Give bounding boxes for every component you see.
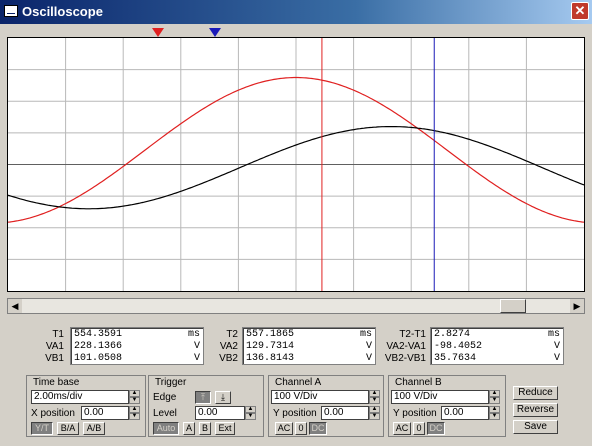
close-button[interactable]: ✕ <box>571 2 589 20</box>
label-vb2-vb1: VB2-VB1 <box>384 353 426 364</box>
title-bar: Oscilloscope ✕ <box>0 0 592 24</box>
xpos-spinner[interactable]: ▲ ▼ <box>129 406 140 420</box>
channel-b-scale-input[interactable]: 100 V/Div <box>391 390 489 404</box>
unit: V <box>553 353 560 364</box>
value-va2: 129.7314 <box>246 341 295 352</box>
trigger-panel: Trigger Edge ⤒ ⤓ Level 0.00 ▲ ▼ Auto A B … <box>148 375 264 437</box>
value-dva: -98.4052 <box>434 341 483 352</box>
channel-a-zero-button[interactable]: 0 <box>295 422 307 435</box>
value-vb2: 136.8143 <box>246 353 295 364</box>
auto-button[interactable]: Auto <box>153 422 179 435</box>
label-va1: VA1 <box>45 341 64 352</box>
cursor-1-marker[interactable] <box>152 28 164 37</box>
timebase-panel: Time base 2.00ms/div ▲ ▼ X position 0.00 … <box>26 375 146 437</box>
falling-edge-icon[interactable]: ⤓ <box>215 391 231 404</box>
scroll-right-icon[interactable]: ▶ <box>570 299 584 313</box>
channel-b-title: Channel B <box>395 377 442 388</box>
value-dt: 2.8274 <box>434 329 471 340</box>
label-t2: T2 <box>226 329 238 340</box>
horizontal-scrollbar[interactable]: ◀ ▶ <box>7 298 585 314</box>
channel-b-zero-button[interactable]: 0 <box>413 422 425 435</box>
scroll-thumb[interactable] <box>500 299 526 313</box>
readout-right-labels: T2-T1 VA2-VA1 VB2-VB1 <box>374 329 426 365</box>
label-va2-va1: VA2-VA1 <box>386 341 426 352</box>
channel-a-scale-spinner[interactable]: ▲ ▼ <box>369 390 380 404</box>
timebase-input[interactable]: 2.00ms/div <box>31 390 129 404</box>
channel-a-scale-input[interactable]: 100 V/Div <box>271 390 369 404</box>
channel-a-panel: Channel A 100 V/Div ▲ ▼ Y position 0.00 ▲… <box>268 375 384 437</box>
unit: V <box>365 341 372 352</box>
oscilloscope-icon <box>4 5 18 17</box>
rising-edge-icon[interactable]: ⤒ <box>195 391 211 404</box>
level-spinner[interactable]: ▲ ▼ <box>245 406 256 420</box>
window-title: Oscilloscope <box>22 4 103 19</box>
readout-mid-box: 557.1865 ms 129.7314 V 136.8143 V <box>242 327 376 365</box>
unit: ms <box>187 329 200 340</box>
xpos-input[interactable]: 0.00 <box>81 406 129 420</box>
timebase-title: Time base <box>33 377 80 388</box>
label-vb2: VB2 <box>219 353 238 364</box>
label-va2: VA2 <box>219 341 238 352</box>
trigger-title: Trigger <box>155 377 187 388</box>
save-button[interactable]: Save <box>513 420 558 434</box>
trigger-b-button[interactable]: B <box>199 422 211 435</box>
channel-b-ypos-input[interactable]: 0.00 <box>441 406 489 420</box>
channel-b-ypos-label: Y position <box>393 408 437 419</box>
channel-a-ypos-input[interactable]: 0.00 <box>321 406 369 420</box>
unit: V <box>553 341 560 352</box>
level-label: Level <box>153 408 177 419</box>
value-t2: 557.1865 <box>246 329 295 340</box>
unit: V <box>193 341 200 352</box>
value-vb1: 101.0508 <box>74 353 123 364</box>
value-va1: 228.1366 <box>74 341 123 352</box>
trigger-a-button[interactable]: A <box>183 422 195 435</box>
label-t2-t1: T2-T1 <box>399 329 426 340</box>
xpos-label: X position <box>31 408 75 419</box>
reverse-button[interactable]: Reverse <box>513 403 558 417</box>
channel-b-dc-button[interactable]: DC <box>427 422 445 435</box>
unit: ms <box>359 329 372 340</box>
unit: ms <box>547 329 560 340</box>
waveform-plot <box>8 38 584 291</box>
cursor-readouts: T1 VA1 VB1 554.3591 ms 228.1366 V 101.0508… <box>26 319 566 371</box>
value-dvb: 35.7634 <box>434 353 477 364</box>
channel-a-dc-button[interactable]: DC <box>309 422 327 435</box>
value-t1: 554.3591 <box>74 329 123 340</box>
channel-b-scale-spinner[interactable]: ▲ ▼ <box>489 390 500 404</box>
channel-b-panel: Channel B 100 V/Div ▲ ▼ Y position 0.00 ▲… <box>388 375 506 437</box>
reduce-button[interactable]: Reduce <box>513 386 558 400</box>
label-vb1: VB1 <box>45 353 64 364</box>
readout-right-box: 2.8274 ms -98.4052 V 35.7634 V <box>430 327 564 365</box>
ext-button[interactable]: Ext <box>215 422 235 435</box>
ab-button[interactable]: A/B <box>83 422 105 435</box>
unit: V <box>193 353 200 364</box>
scroll-left-icon[interactable]: ◀ <box>8 299 22 313</box>
cursor-2-marker[interactable] <box>209 28 221 37</box>
level-input[interactable]: 0.00 <box>195 406 245 420</box>
unit: V <box>365 353 372 364</box>
ba-button[interactable]: B/A <box>57 422 79 435</box>
label-t1: T1 <box>52 329 64 340</box>
readout-left-labels: T1 VA1 VB1 <box>26 329 64 365</box>
channel-a-ac-button[interactable]: AC <box>275 422 293 435</box>
readout-mid-labels: T2 VA2 VB2 <box>212 329 238 365</box>
channel-b-ac-button[interactable]: AC <box>393 422 411 435</box>
edge-label: Edge <box>153 392 177 403</box>
yt-button[interactable]: Y/T <box>31 422 53 435</box>
readout-left-box: 554.3591 ms 228.1366 V 101.0508 V <box>70 327 204 365</box>
channel-a-ypos-label: Y position <box>273 408 317 419</box>
channel-a-ypos-spinner[interactable]: ▲ ▼ <box>369 406 380 420</box>
timebase-spinner[interactable]: ▲ ▼ <box>129 390 140 404</box>
channel-a-title: Channel A <box>275 377 322 388</box>
oscilloscope-display <box>7 37 585 292</box>
channel-b-ypos-spinner[interactable]: ▲ ▼ <box>489 406 500 420</box>
